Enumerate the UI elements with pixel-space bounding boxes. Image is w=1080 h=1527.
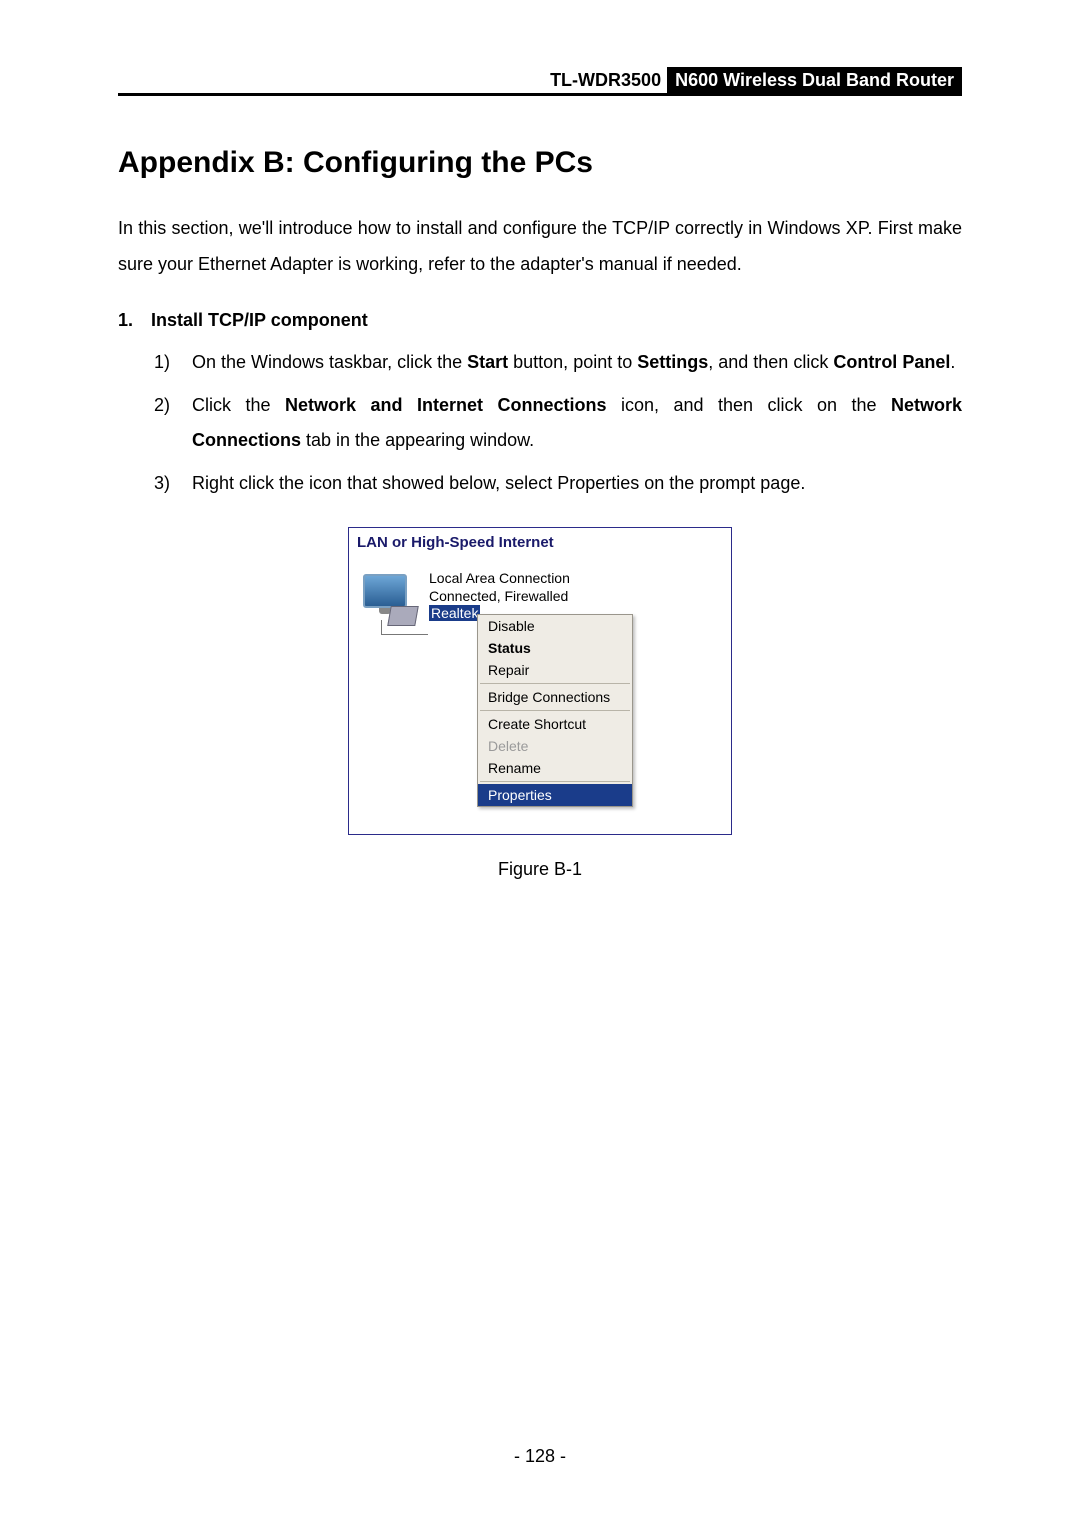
page-number: - 128 - bbox=[0, 1446, 1080, 1467]
header-product: N600 Wireless Dual Band Router bbox=[667, 67, 962, 93]
step-body: Right click the icon that showed below, … bbox=[192, 466, 962, 501]
menu-item-shortcut[interactable]: Create Shortcut bbox=[478, 713, 632, 735]
step-body: Click the Network and Internet Connectio… bbox=[192, 388, 962, 458]
menu-item-disable[interactable]: Disable bbox=[478, 615, 632, 637]
step-marker: 1) bbox=[154, 345, 192, 380]
menu-item-rename[interactable]: Rename bbox=[478, 757, 632, 779]
figure-screenshot: LAN or High-Speed Internet Local Area Co… bbox=[348, 527, 732, 835]
menu-separator bbox=[480, 781, 630, 782]
section-number: 1. bbox=[118, 310, 146, 331]
connection-status: Connected, Firewalled bbox=[429, 588, 570, 606]
step-item: 2)Click the Network and Internet Connect… bbox=[154, 388, 962, 458]
page-title: Appendix B: Configuring the PCs bbox=[118, 146, 962, 180]
menu-separator bbox=[480, 710, 630, 711]
menu-item-delete: Delete bbox=[478, 735, 632, 757]
figure-header: LAN or High-Speed Internet bbox=[349, 528, 731, 558]
step-list: 1)On the Windows taskbar, click the Star… bbox=[154, 345, 962, 501]
connection-name: Local Area Connection bbox=[429, 570, 570, 588]
step-marker: 2) bbox=[154, 388, 192, 458]
header-model: TL-WDR3500 bbox=[544, 67, 667, 93]
step-item: 1)On the Windows taskbar, click the Star… bbox=[154, 345, 962, 380]
section-title: Install TCP/IP component bbox=[151, 310, 368, 330]
step-marker: 3) bbox=[154, 466, 192, 501]
menu-item-repair[interactable]: Repair bbox=[478, 659, 632, 681]
section-heading: 1. Install TCP/IP component bbox=[118, 310, 962, 331]
network-connection-icon bbox=[359, 572, 419, 632]
menu-item-bridge[interactable]: Bridge Connections bbox=[478, 686, 632, 708]
menu-separator bbox=[480, 683, 630, 684]
menu-item-status[interactable]: Status bbox=[478, 637, 632, 659]
menu-item-properties[interactable]: Properties bbox=[478, 784, 632, 806]
connection-adapter: Realtek bbox=[429, 605, 480, 621]
page-header: TL-WDR3500N600 Wireless Dual Band Router bbox=[118, 70, 962, 96]
intro-paragraph: In this section, we'll introduce how to … bbox=[118, 210, 962, 282]
context-menu: Disable Status Repair Bridge Connections… bbox=[477, 614, 633, 807]
step-item: 3)Right click the icon that showed below… bbox=[154, 466, 962, 501]
step-body: On the Windows taskbar, click the Start … bbox=[192, 345, 962, 380]
figure-caption: Figure B-1 bbox=[118, 859, 962, 880]
